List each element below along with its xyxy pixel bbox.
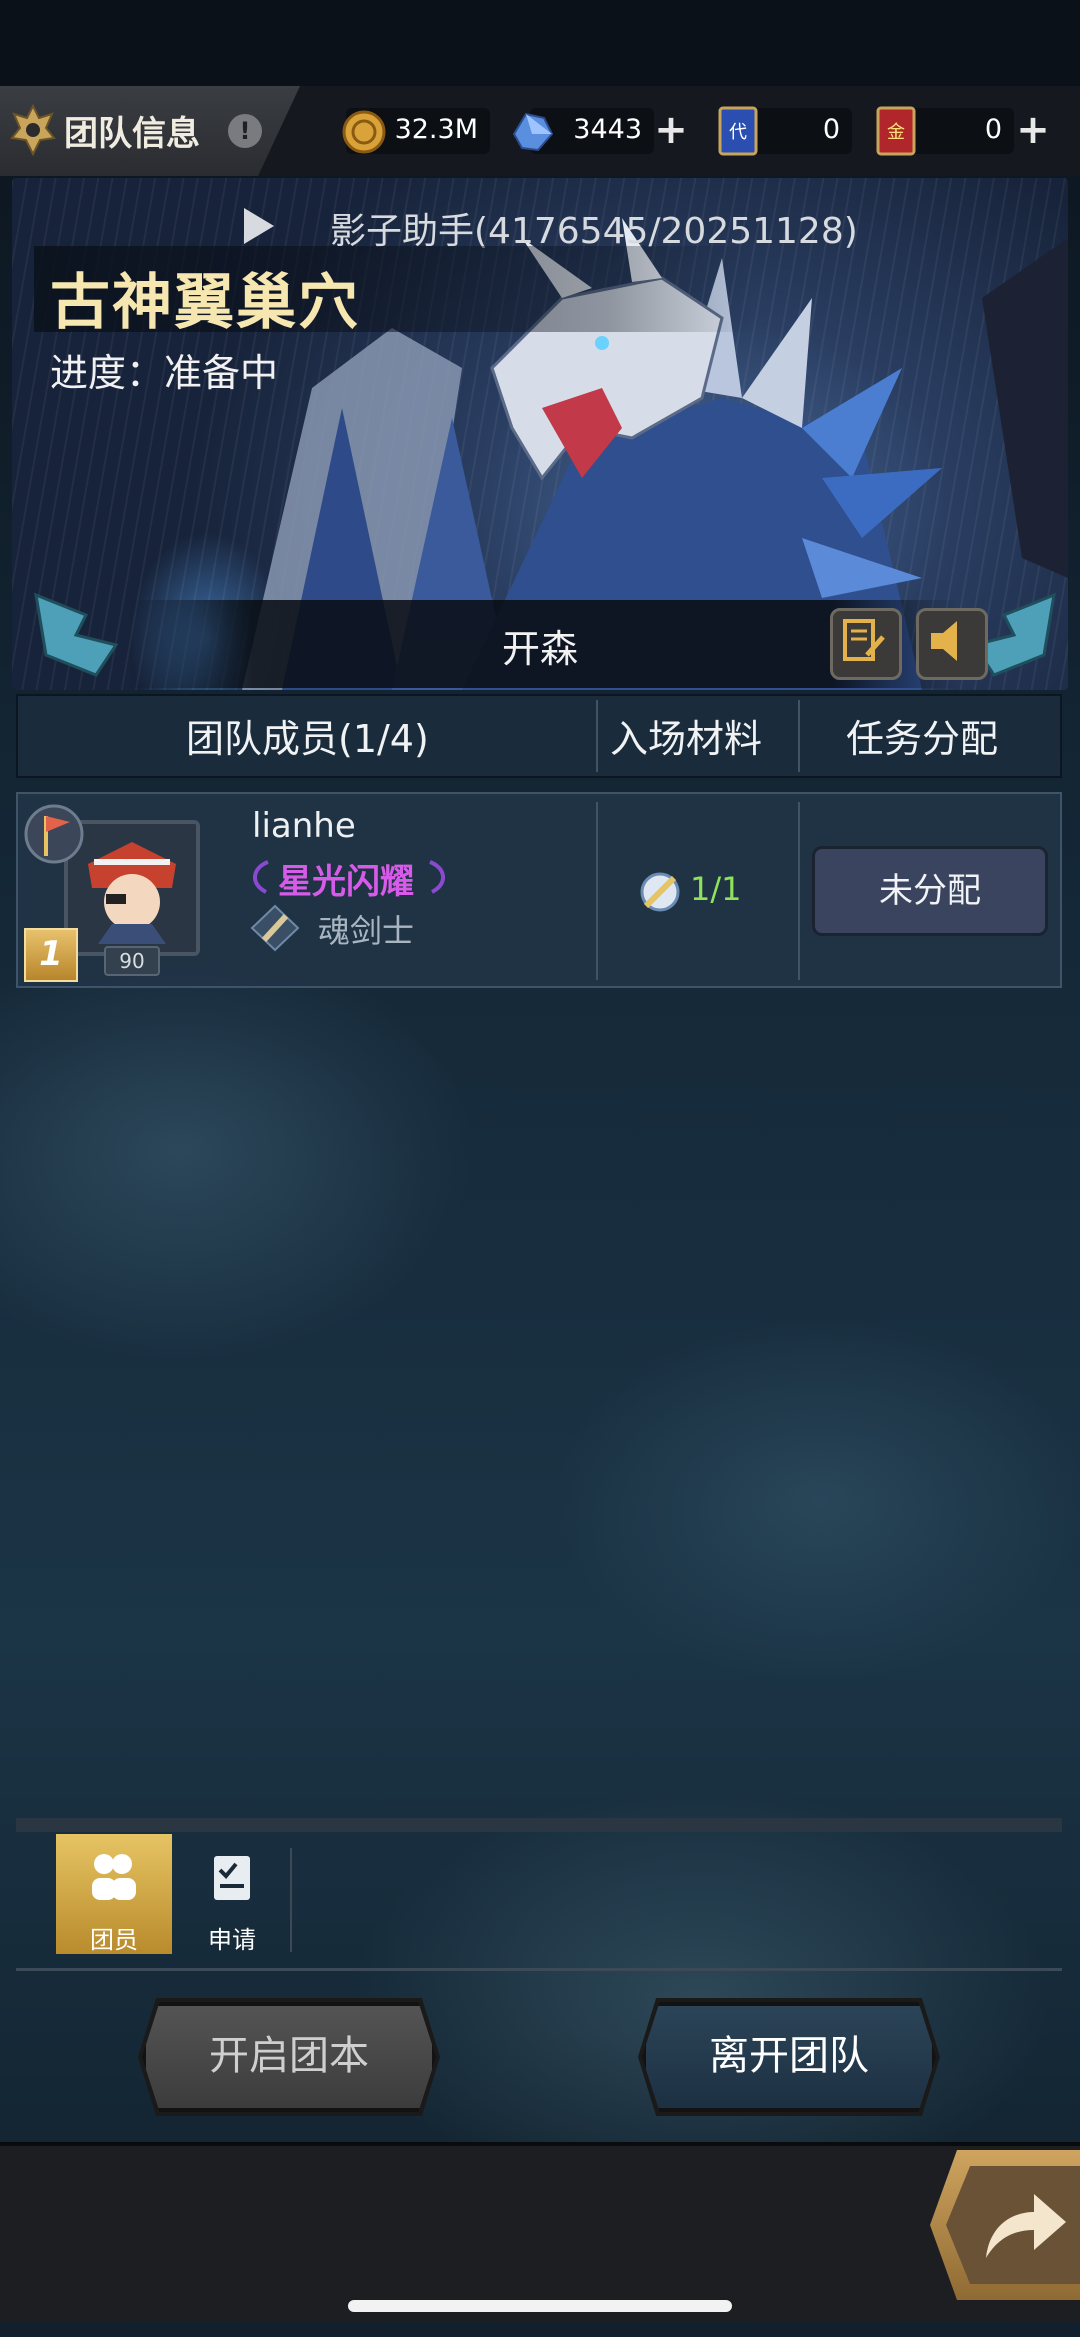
dungeon-name: 古神翼巢穴 [50,268,360,338]
divider [798,700,800,772]
svg-text:代: 代 [729,122,747,143]
blue-ticket-value: 0 [822,114,840,145]
tab-strip [16,1818,1062,1832]
red-ticket-icon: 金 [876,106,916,156]
member-class: 魂剑士 [318,912,415,950]
divider [596,802,598,980]
announce-button[interactable] [916,608,988,680]
tab-members[interactable]: 团员 [56,1834,172,1954]
share-arrow-icon [986,2194,1066,2258]
laurel-right-icon [429,860,445,894]
members-icon [92,1854,136,1900]
sword-class-icon [250,904,300,952]
home-indicator[interactable] [348,2300,732,2312]
rank-badge: 1 [24,928,78,982]
materials-column-header: 入场材料 [610,717,763,761]
play-icon[interactable] [242,206,276,246]
leave-team-button[interactable]: 离开团队 [642,2002,936,2112]
red-ticket-value: 0 [984,114,1002,145]
laurel-left-icon [253,860,269,894]
crystal-value: 3443 [573,114,642,145]
gold-coin-icon [342,110,386,154]
divider [798,802,800,980]
tab-applications-label: 申请 [208,1926,256,1954]
svg-text:金: 金 [887,122,905,143]
tab-applications[interactable]: 申请 [174,1834,290,1954]
application-icon [214,1856,250,1900]
status-bar [0,0,1080,86]
entry-material-icon [640,872,680,912]
gold-value: 32.3M [394,114,478,145]
leader-flag-icon [24,804,84,864]
add-ticket-button[interactable]: + [1010,108,1056,154]
edit-note-button[interactable] [830,608,902,680]
team-crest-icon [10,103,56,157]
divider [596,700,598,772]
divider [290,1848,292,1952]
avatar-portrait [68,824,196,952]
entry-material-count: 1/1 [690,870,742,908]
chat-bar[interactable] [0,2142,1080,2322]
assign-task-button[interactable]: 未分配 [812,846,1048,936]
member-title: 星光闪耀 [278,862,414,902]
assign-column-header: 任务分配 [846,717,999,761]
start-dungeon-button[interactable]: 开启团本 [142,2002,436,2112]
blue-ticket-icon: 代 [718,106,758,156]
add-crystal-button[interactable]: + [648,108,694,154]
edit-note-icon [843,619,885,661]
progress-status: 进度：准备中 [50,351,279,395]
level-badge: 90 [104,946,160,976]
divider [16,1968,1062,1971]
members-column-header: 团队成员(1/4) [186,717,429,761]
crystal-icon [512,112,554,152]
speaker-icon [931,621,957,661]
member-name: lianhe [252,806,356,846]
page-title-tab: 团队信息 ! [0,86,300,176]
info-icon[interactable]: ! [228,114,262,148]
tab-members-label: 团员 [90,1926,138,1954]
page-title: 团队信息 [64,114,200,154]
